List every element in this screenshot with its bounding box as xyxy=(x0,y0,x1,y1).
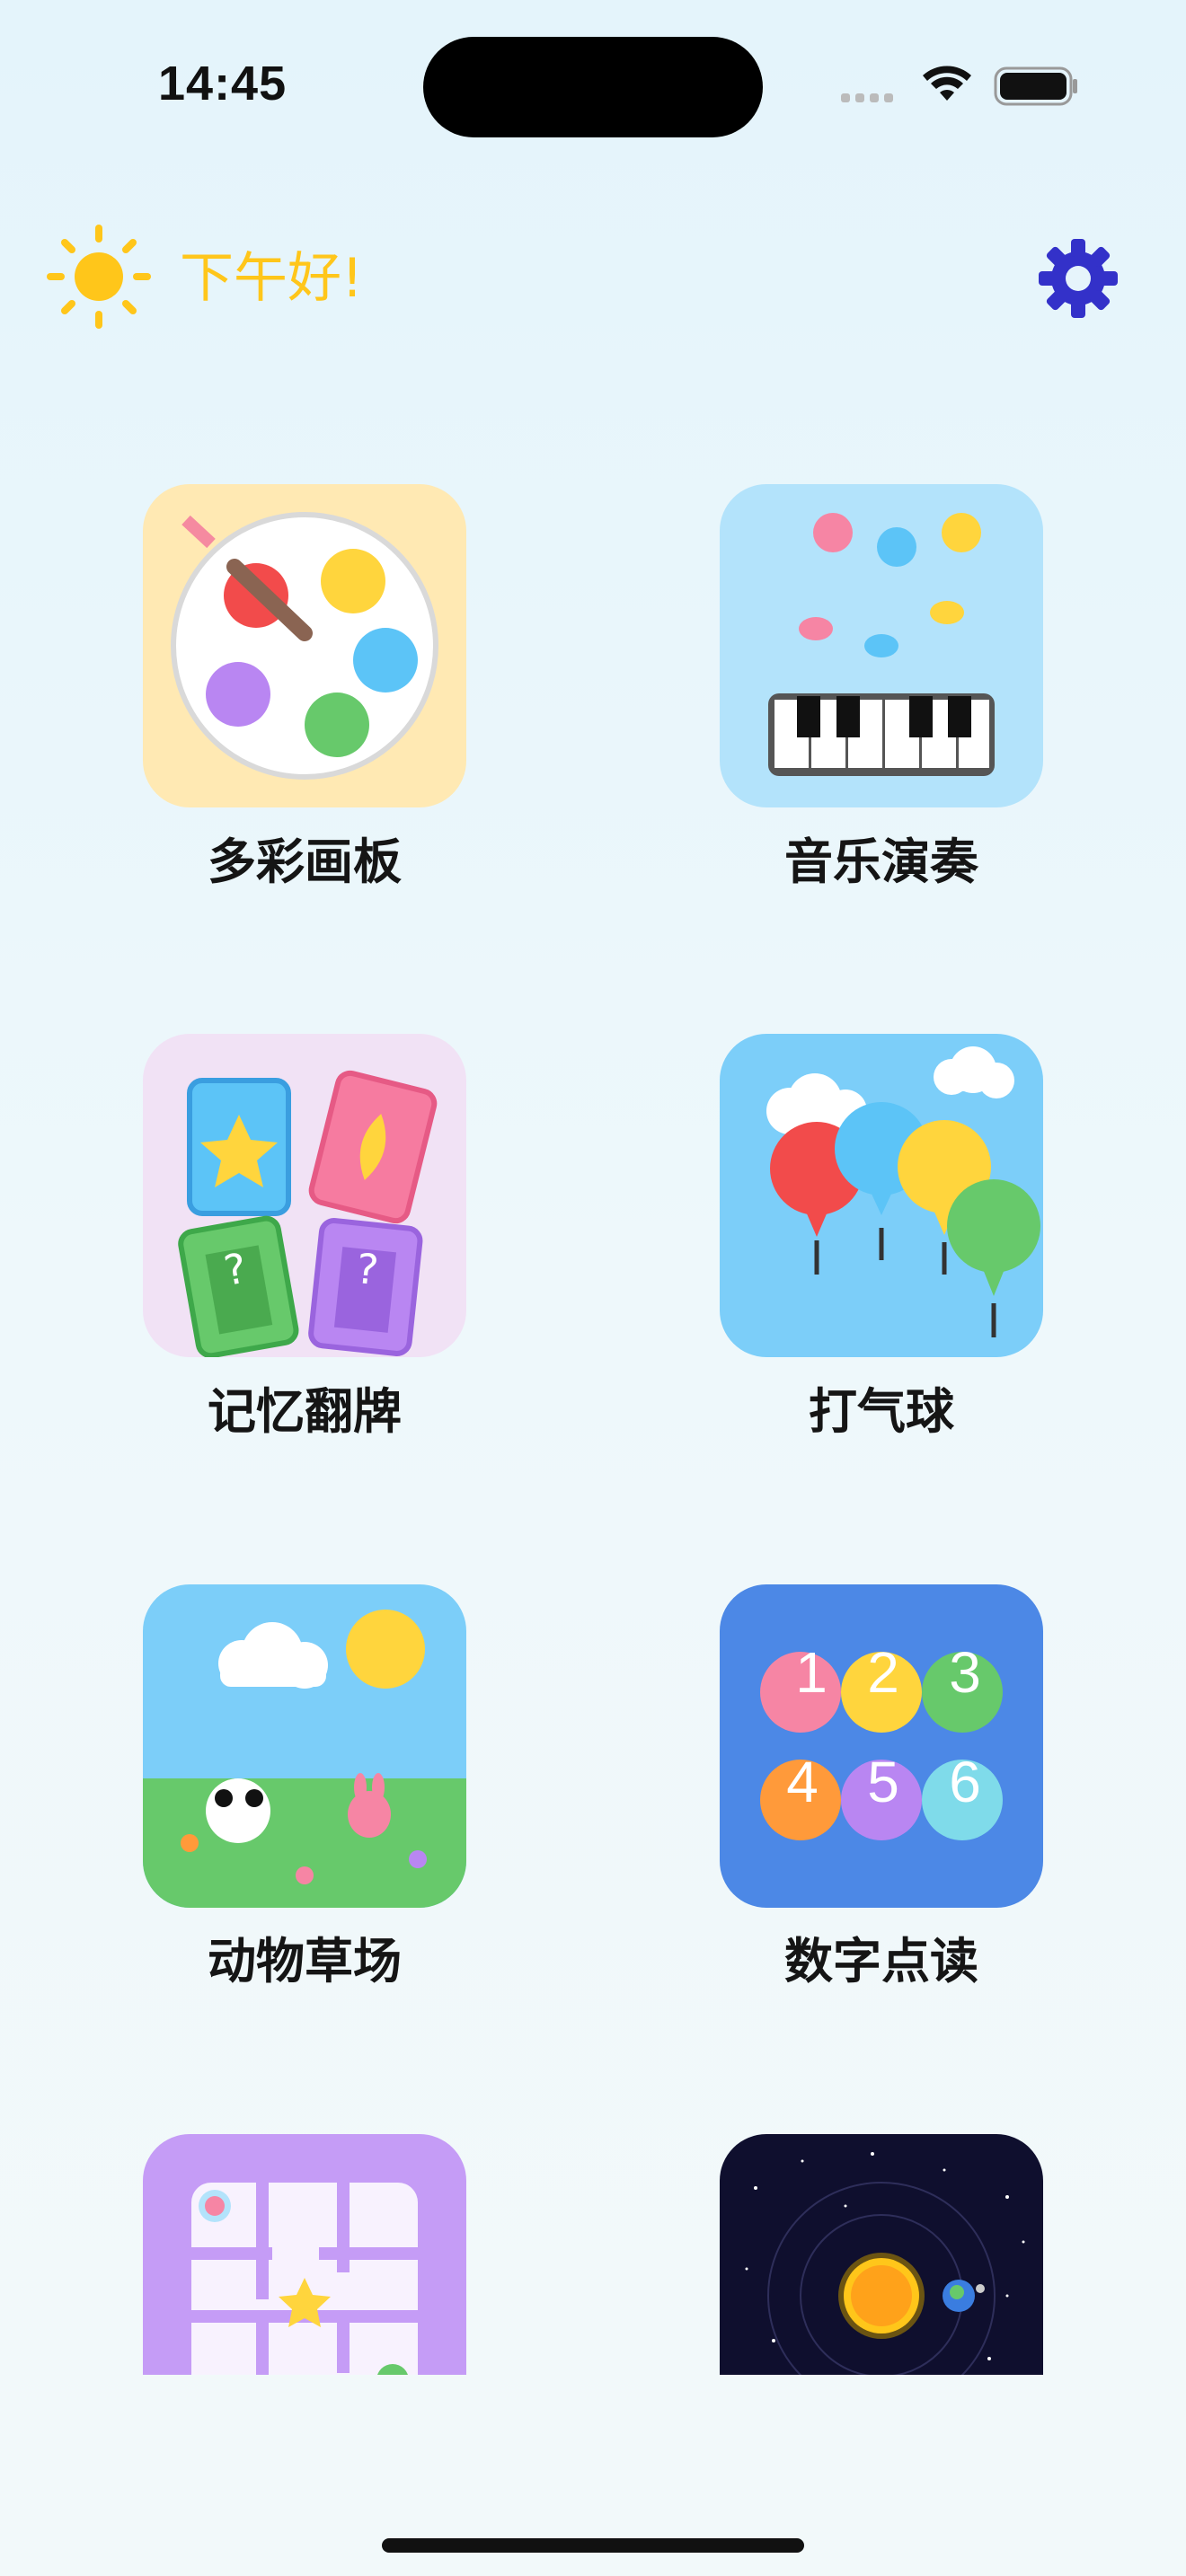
game-label: 音乐演奏 xyxy=(784,834,978,890)
game-label: 数字点读 xyxy=(784,1933,978,1989)
game-tile-balloons[interactable] xyxy=(720,1034,1043,1357)
digit-label: 4 xyxy=(786,1750,819,1814)
game-label: 记忆翻牌 xyxy=(208,1383,402,1440)
numbers-icon: 1 2 3 4 5 6 xyxy=(760,1640,1003,1840)
greeting-header: 下午好! xyxy=(47,225,1143,332)
game-tile-cards[interactable]: ? ? xyxy=(143,1034,466,1357)
home-indicator[interactable] xyxy=(382,2538,804,2553)
meadow-icon xyxy=(143,1610,466,1908)
status-icons xyxy=(836,61,1078,111)
digit-label: 2 xyxy=(867,1640,899,1705)
game-tile-numbers[interactable]: 1 2 3 4 5 6 xyxy=(720,1584,1043,1908)
digit-label: 1 xyxy=(795,1640,828,1705)
battery-icon xyxy=(994,66,1077,106)
game-tile-palette[interactable] xyxy=(143,484,466,807)
greeting-text: 下午好! xyxy=(180,247,364,310)
game-label: 多彩画板 xyxy=(208,834,402,890)
gear-icon[interactable] xyxy=(1035,235,1121,322)
game-label: 打气球 xyxy=(809,1383,954,1440)
sun-icon xyxy=(47,225,151,329)
balloons-icon xyxy=(766,1046,1040,1337)
digit-label: 6 xyxy=(949,1750,981,1814)
status-time: 14:45 xyxy=(158,57,288,110)
palette-icon xyxy=(171,512,438,780)
dynamic-island xyxy=(423,37,763,137)
game-tile-piano[interactable] xyxy=(720,484,1043,807)
digit-label: 5 xyxy=(867,1750,899,1814)
game-tile-meadow[interactable] xyxy=(143,1584,466,1908)
wifi-icon xyxy=(923,66,971,101)
game-label: 动物草场 xyxy=(208,1933,402,1989)
signal-icon xyxy=(841,66,1077,106)
cards-icon: ? ? xyxy=(178,1070,438,1357)
digit-label: 3 xyxy=(949,1640,981,1705)
piano-icon xyxy=(768,513,995,776)
